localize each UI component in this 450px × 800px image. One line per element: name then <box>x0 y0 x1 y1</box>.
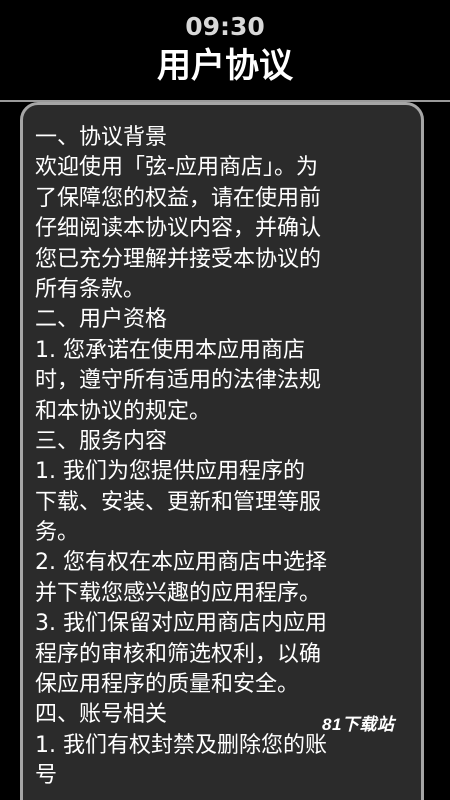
agreement-line: 保应用程序的质量和安全。 <box>35 672 300 698</box>
agreement-line: 一、协议背景 <box>35 125 168 150</box>
page-title: 用户协议 <box>157 46 293 86</box>
status-time: 09:30 <box>185 12 265 41</box>
agreement-line: 二、用户资格 <box>35 307 168 333</box>
agreement-line: 并下载您感兴趣的应用程序。 <box>35 580 322 606</box>
agreement-line: 和本协议的规定。 <box>35 398 212 424</box>
agreement-line: 欢迎使用「弦-应用商店」。为 <box>35 155 318 181</box>
agreement-line: 三、服务内容 <box>35 428 168 454</box>
agreement-line: 时，遵守所有适用的法律法规 <box>35 368 322 394</box>
agreement-line: 1. 您承诺在使用本应用商店 <box>35 337 305 363</box>
agreement-line: 2. 您有权在本应用商店中选择 <box>35 550 327 576</box>
agreement-text: 一、协议背景欢迎使用「弦-应用商店」。为 了保障您的权益，请在使用前 仔细阅读本协议… <box>35 123 411 792</box>
agreement-line: 3. 我们保留对应用商店内应用 <box>35 611 327 637</box>
agreement-line: 了保障您的权益，请在使用前 <box>35 185 322 211</box>
agreement-line: 您已充分理解并接受本协议的 <box>35 246 322 272</box>
agreement-line: 务。 <box>35 520 80 546</box>
agreement-line: 程序的审核和筛选权利，以确 <box>35 641 322 667</box>
agreement-line: 所有条款。 <box>35 276 146 302</box>
agreement-line: 仔细阅读本协议内容，并确认 <box>35 216 322 242</box>
agreement-line: 1. 我们为您提供应用程序的 <box>35 459 305 485</box>
watermark-logo: 81下载站 <box>322 715 395 734</box>
agreement-scroll-panel[interactable]: 一、协议背景欢迎使用「弦-应用商店」。为 了保障您的权益，请在使用前 仔细阅读本协议… <box>20 102 424 800</box>
agreement-line: 号 <box>35 763 58 789</box>
agreement-line: 下载、安装、更新和管理等服 <box>35 489 322 515</box>
